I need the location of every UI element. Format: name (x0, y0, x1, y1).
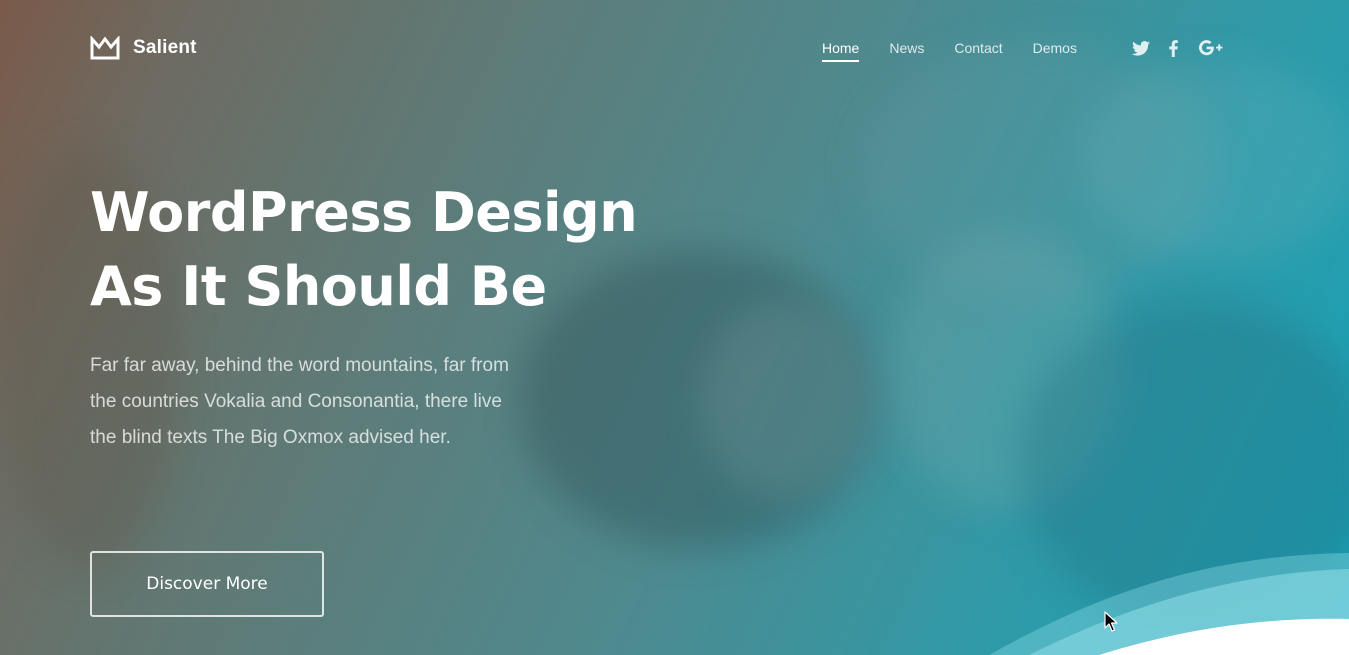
nav-item-news[interactable]: News (889, 40, 924, 56)
discover-more-button[interactable]: Discover More (90, 551, 324, 617)
nav-item-demos[interactable]: Demos (1033, 40, 1077, 56)
hero-section: Salient Home News Contact Demos WordPres… (0, 0, 1349, 655)
twitter-icon[interactable] (1130, 38, 1152, 58)
nav-item-home[interactable]: Home (822, 40, 860, 62)
brand-name: Salient (133, 37, 197, 58)
crown-icon (90, 36, 120, 60)
nav-item-contact[interactable]: Contact (954, 40, 1002, 56)
site-header: Salient Home News Contact Demos (0, 0, 1349, 96)
facebook-icon[interactable] (1166, 38, 1180, 58)
decorative-wave (989, 553, 1349, 655)
headline-line-1: WordPress Design (90, 181, 638, 244)
hero-description: Far far away, behind the word mountains,… (90, 355, 509, 448)
headline-line-2: As It Should Be (90, 255, 547, 318)
social-links (1130, 38, 1224, 58)
google-plus-icon[interactable] (1198, 38, 1224, 58)
main-nav: Home News Contact Demos (822, 40, 1107, 62)
site-logo[interactable]: Salient (90, 36, 197, 60)
hero-headline: WordPress Design As It Should Be (90, 176, 710, 324)
mouse-cursor-icon (1104, 611, 1118, 632)
